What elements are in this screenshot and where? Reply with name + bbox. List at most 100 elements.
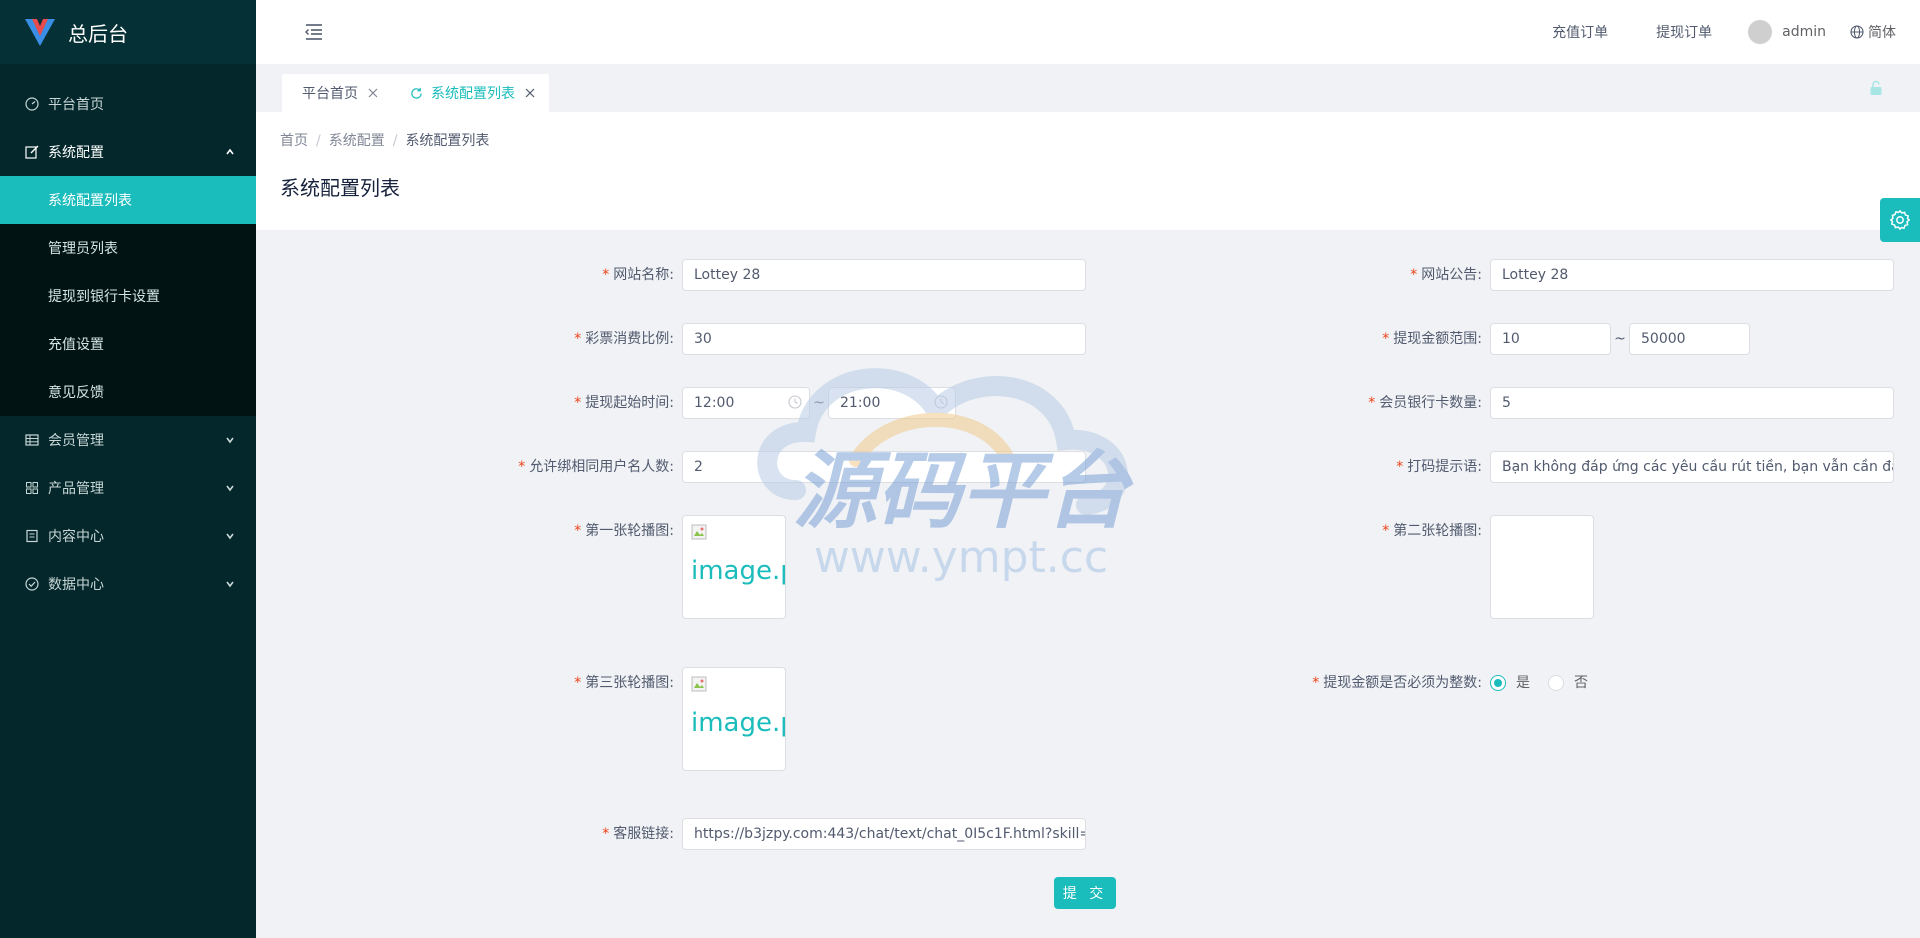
integer-only-yes[interactable]: 是: [1490, 667, 1530, 699]
broken-image-icon: [691, 676, 707, 692]
bank-card-count-label: * 会员银行卡数量:: [1368, 395, 1482, 411]
user-menu[interactable]: admin: [1748, 20, 1826, 44]
logo[interactable]: 总后台: [0, 0, 256, 64]
bet-tip-field: * 打码提示语: Bạn không đáp ứng các yêu cầu rú…: [1088, 451, 1894, 483]
withdraw-max-input[interactable]: 50000: [1629, 323, 1750, 355]
tab-system-config-list[interactable]: 系统配置列表: [390, 74, 549, 112]
sidebar-item-member-management[interactable]: 会员管理: [0, 416, 256, 464]
sidebar-item-content-center[interactable]: 内容中心: [0, 512, 256, 560]
sidebar-item-config-list[interactable]: 系统配置列表: [0, 176, 256, 224]
bind-same-name-field: * 允许绑相同用户名人数: 2: [256, 451, 1086, 483]
bind-same-name-label: * 允许绑相同用户名人数:: [518, 459, 674, 475]
banner1-alt-text: image.p: [691, 556, 785, 586]
banner2-field: * 第二张轮播图:: [1088, 515, 1594, 619]
banner1-image-upload[interactable]: image.p: [682, 515, 786, 619]
range-separator: ~: [1614, 331, 1626, 347]
chevron-down-icon: [224, 434, 236, 446]
menu-collapse-icon[interactable]: [304, 22, 324, 42]
radio-button[interactable]: [1490, 675, 1506, 691]
refresh-icon[interactable]: [410, 87, 423, 100]
submit-button[interactable]: 提 交: [1054, 877, 1116, 909]
tabs-bar: 平台首页 系统配置列表: [256, 64, 1920, 112]
integer-only-no[interactable]: 否: [1548, 667, 1588, 699]
top-header: 充值订单 提现订单 admin 简体: [256, 0, 1920, 64]
site-notice-label: * 网站公告:: [1410, 267, 1482, 283]
integer-only-label: * 提现金额是否必须为整数:: [1312, 675, 1482, 691]
withdraw-time-label: * 提现起始时间:: [574, 395, 674, 411]
withdraw-orders-link[interactable]: 提现订单: [1656, 22, 1712, 42]
withdraw-range-label: * 提现金额范围:: [1382, 331, 1482, 347]
sidebar-item-platform-home[interactable]: 平台首页: [0, 80, 256, 128]
sidebar-item-bank-withdraw[interactable]: 提现到银行卡设置: [0, 272, 256, 320]
clock-icon: [788, 395, 802, 409]
breadcrumb-system-config[interactable]: 系统配置: [329, 133, 385, 149]
close-icon[interactable]: [368, 88, 378, 98]
time-start-picker[interactable]: 12:00: [682, 387, 810, 419]
site-notice-field: * 网站公告: Lottey 28: [1088, 259, 1894, 291]
banner2-image-upload[interactable]: [1490, 515, 1594, 619]
withdraw-min-input[interactable]: 10: [1490, 323, 1611, 355]
sidebar: 总后台 平台首页 系统配置 系统配置列表 管理员列表 提现到银行卡设置 充值设置…: [0, 0, 256, 938]
page-title: 系统配置列表: [280, 176, 400, 200]
site-name-label: * 网站名称:: [602, 267, 674, 283]
app-title: 总后台: [68, 21, 128, 46]
withdraw-range-field: * 提现金额范围: 10 ~ 50000: [1088, 323, 1750, 355]
withdraw-time-field: * 提现起始时间: 12:00 ~ 21:00: [256, 387, 956, 419]
banner3-alt-text: image.p: [691, 708, 785, 738]
tab-label: 平台首页: [302, 86, 358, 102]
sidebar-item-data-center[interactable]: 数据中心: [0, 560, 256, 608]
sidebar-item-label: 数据中心: [48, 577, 104, 593]
grid-icon: [24, 480, 40, 496]
lock-icon[interactable]: [1868, 80, 1884, 96]
banner3-label: * 第三张轮播图:: [574, 675, 674, 691]
time-end-picker[interactable]: 21:00: [828, 387, 956, 419]
service-link-input[interactable]: https://b3jzpy.com:443/chat/text/chat_0I…: [682, 818, 1086, 850]
document-icon: [24, 528, 40, 544]
broken-image-icon: [691, 524, 707, 540]
banner3-image-upload[interactable]: image.p: [682, 667, 786, 771]
lottery-ratio-field: * 彩票消费比例: 30: [256, 323, 1086, 355]
sidebar-item-feedback[interactable]: 意见反馈: [0, 368, 256, 416]
sidebar-item-product-management[interactable]: 产品管理: [0, 464, 256, 512]
logo-v-icon: [25, 19, 55, 46]
username: admin: [1782, 24, 1826, 40]
site-notice-input[interactable]: Lottey 28: [1490, 259, 1894, 291]
tab-platform-home[interactable]: 平台首页: [282, 74, 392, 112]
sidebar-item-admin-list[interactable]: 管理员列表: [0, 224, 256, 272]
edit-icon: [24, 144, 40, 160]
globe-icon: [1850, 25, 1864, 39]
breadcrumb-current: 系统配置列表: [405, 133, 490, 149]
bank-card-count-input[interactable]: 5: [1490, 387, 1894, 419]
sidebar-item-system-config[interactable]: 系统配置: [0, 128, 256, 176]
bet-tip-label: * 打码提示语:: [1396, 459, 1482, 475]
gear-icon: [1889, 209, 1911, 231]
site-name-field: * 网站名称: Lottey 28: [256, 259, 1086, 291]
sidebar-item-label: 会员管理: [48, 433, 104, 449]
service-link-field: * 客服链接: https://b3jzpy.com:443/chat/text/…: [256, 818, 1086, 850]
submenu-system-config: 系统配置列表 管理员列表 提现到银行卡设置 充值设置 意见反馈: [0, 176, 256, 416]
banner1-label: * 第一张轮播图:: [574, 523, 674, 539]
close-icon[interactable]: [525, 88, 535, 98]
chevron-down-icon: [224, 530, 236, 542]
banner2-label: * 第二张轮播图:: [1382, 523, 1482, 539]
sidebar-item-recharge-settings[interactable]: 充值设置: [0, 320, 256, 368]
page-header: 首页 / 系统配置 / 系统配置列表 系统配置列表: [256, 112, 1920, 230]
bind-same-name-input[interactable]: 2: [682, 451, 1086, 483]
recharge-orders-link[interactable]: 充值订单: [1552, 22, 1608, 42]
service-link-label: * 客服链接:: [602, 826, 674, 842]
chevron-down-icon: [224, 578, 236, 590]
breadcrumb: 首页 / 系统配置 / 系统配置列表: [280, 133, 490, 149]
breadcrumb-home[interactable]: 首页: [280, 133, 308, 149]
lottery-ratio-input[interactable]: 30: [682, 323, 1086, 355]
sidebar-item-label: 平台首页: [48, 97, 104, 113]
config-form: * 网站名称: Lottey 28 * 网站公告: Lottey 28 * 彩票消费比…: [256, 230, 1920, 938]
bank-card-count-field: * 会员银行卡数量: 5: [1088, 387, 1894, 419]
lottery-ratio-label: * 彩票消费比例:: [574, 331, 674, 347]
language-switch[interactable]: 简体: [1850, 22, 1896, 42]
sidebar-item-label: 产品管理: [48, 481, 104, 497]
time-separator: ~: [813, 395, 825, 411]
check-circle-icon: [24, 576, 40, 592]
site-name-input[interactable]: Lottey 28: [682, 259, 1086, 291]
bet-tip-input[interactable]: Bạn không đáp ứng các yêu cầu rút tiền, …: [1490, 451, 1894, 483]
radio-button[interactable]: [1548, 675, 1564, 691]
